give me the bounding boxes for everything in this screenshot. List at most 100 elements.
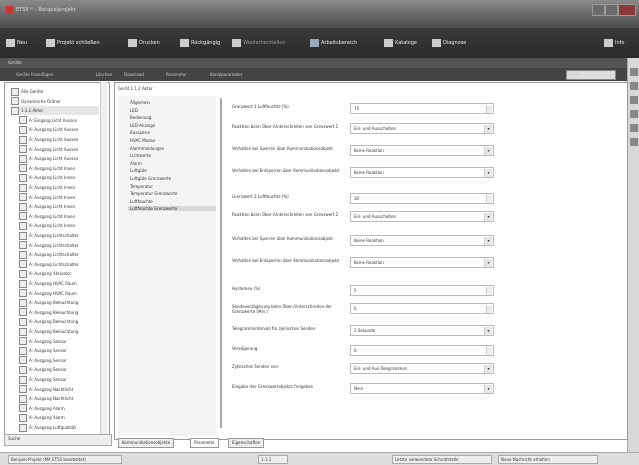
nav-item[interactable]: Luftfeuchte Grenzwerte bbox=[128, 206, 216, 212]
param-select[interactable]: 1 Sekunde ▾ bbox=[350, 325, 494, 336]
tree-item[interactable]: A: Ausgang Nachtlicht bbox=[19, 394, 73, 403]
param-number-input[interactable]: 5 bbox=[350, 285, 494, 296]
tree-item[interactable]: A: Ausgang Aktivator bbox=[19, 269, 71, 278]
tab-parameter[interactable]: Parameter bbox=[190, 438, 219, 448]
tree-item[interactable]: A: Ausgang Lichtschalter bbox=[19, 241, 79, 250]
param-number-input[interactable]: 0 bbox=[350, 303, 494, 314]
toolbar-workspace-button[interactable]: Arbeitsbereich bbox=[310, 38, 357, 48]
param-select[interactable]: Ein- und Ausschalten ▾ bbox=[350, 123, 494, 134]
tree-item[interactable]: A: Ausgang Lichtschalter bbox=[19, 260, 79, 269]
status-interface[interactable]: Letzte verwendete Schnittstelle bbox=[392, 455, 492, 464]
tree-scrollbar[interactable] bbox=[100, 82, 107, 434]
delete-button[interactable]: Löschen bbox=[96, 72, 112, 77]
toolbar-close-project-button[interactable]: Projekt schließen bbox=[46, 38, 100, 48]
param-number-input[interactable]: 30 bbox=[350, 193, 494, 204]
todo-panel-icon[interactable] bbox=[630, 110, 638, 118]
chevron-down-icon[interactable]: ▾ bbox=[484, 169, 492, 177]
nav-item[interactable]: Temperatur Grenzwerte bbox=[130, 191, 177, 196]
tree-item[interactable]: A: Ausgang Beleuchtung bbox=[19, 298, 78, 307]
toolbar-print-button[interactable]: Drucken bbox=[128, 38, 160, 48]
status-message[interactable]: Neue Nachricht erhalten bbox=[498, 455, 598, 464]
tree-item[interactable]: A: Ausgang Beleuchtung bbox=[19, 327, 78, 336]
chevron-down-icon[interactable]: ▾ bbox=[484, 259, 492, 267]
tree-item[interactable]: A: Ausgang Licht Innen bbox=[19, 173, 75, 182]
tree-item[interactable]: A: Ausgang Beleuchtung bbox=[19, 308, 78, 317]
tree-item[interactable]: A: Ausgang Licht Innen bbox=[19, 202, 75, 211]
tree-item[interactable]: A: Ausgang Sensor bbox=[19, 365, 67, 374]
chevron-down-icon[interactable]: ▾ bbox=[484, 147, 492, 155]
tree-item[interactable]: A: Ausgang Sensor bbox=[19, 356, 67, 365]
tree-item[interactable]: A: Ausgang Beleuchtung bbox=[19, 317, 78, 326]
tree-item[interactable]: A: Ausgang Sensor bbox=[19, 346, 67, 355]
spinner-icon[interactable] bbox=[486, 287, 492, 295]
toolbar-redo-button[interactable]: Wiederherstellen bbox=[232, 38, 285, 48]
tree-search-label[interactable]: Suche bbox=[8, 436, 20, 441]
param-select[interactable]: Keine Reaktion ▾ bbox=[350, 235, 494, 246]
properties-panel-icon[interactable] bbox=[630, 82, 638, 90]
parameter-button[interactable]: Parameter bbox=[166, 72, 187, 77]
param-select[interactable]: Keine Reaktion ▾ bbox=[350, 257, 494, 268]
tab-communication-objects[interactable]: Kommunikationsobjekte bbox=[118, 438, 175, 448]
chevron-down-icon[interactable]: ▾ bbox=[484, 125, 492, 133]
spinner-icon[interactable] bbox=[486, 347, 492, 355]
tree-item[interactable]: A: Ausgang Licht Innen bbox=[19, 193, 75, 202]
tree-item[interactable]: A: Ausgang Licht Aussen bbox=[19, 145, 78, 154]
chevron-down-icon[interactable]: ▾ bbox=[484, 365, 492, 373]
chevron-down-icon[interactable]: ▾ bbox=[484, 237, 492, 245]
nav-item[interactable]: Temperatur bbox=[130, 184, 153, 189]
param-select[interactable]: Ein- und Ausschalten ▾ bbox=[350, 211, 494, 222]
nav-item[interactable]: Luftgüte bbox=[130, 168, 147, 173]
pending-panel-icon[interactable] bbox=[630, 124, 638, 132]
tree-item[interactable]: Alle Geräte bbox=[11, 87, 43, 96]
param-select[interactable]: Keine Reaktion ▾ bbox=[350, 167, 494, 178]
tree-item[interactable]: A: Ausgang Licht Innen bbox=[19, 221, 75, 230]
toolbar-new-button[interactable]: Neu bbox=[6, 38, 27, 48]
tree-item[interactable]: A: Ausgang Lichtschalter bbox=[19, 231, 79, 240]
tree-item[interactable]: A: Ausgang Sensor bbox=[19, 375, 67, 384]
tree-item[interactable]: A: Ausgang Licht Innen bbox=[19, 164, 75, 173]
tree-item[interactable]: A: Ausgang Alarm bbox=[19, 404, 65, 413]
maximize-button[interactable] bbox=[605, 4, 618, 16]
catalog-panel-icon[interactable] bbox=[630, 96, 638, 104]
nav-item[interactable]: Allgemein bbox=[130, 100, 150, 105]
tree-item[interactable]: A: Eingang Licht Aussen bbox=[19, 116, 77, 125]
tree-item[interactable]: A: Ausgang HVAC Raum bbox=[19, 289, 77, 298]
nav-item[interactable]: Bedienung bbox=[130, 115, 151, 120]
nav-item[interactable]: Alarmmeldungen bbox=[130, 146, 164, 151]
param-select[interactable]: Keine Reaktion ▾ bbox=[350, 145, 494, 156]
tree-item[interactable]: A: Ausgang HVAC Raum bbox=[19, 279, 77, 288]
tree-item[interactable]: Dynamische Ordner bbox=[11, 97, 61, 106]
tree-item[interactable]: A: Ausgang Licht Innen bbox=[19, 183, 75, 192]
nav-item[interactable]: Luftgüte Grenzwerte bbox=[130, 176, 171, 181]
workspace-panel-icon[interactable] bbox=[630, 68, 638, 76]
param-number-input[interactable]: 0 bbox=[350, 345, 494, 356]
tree-item[interactable]: A: Ausgang Licht Aussen bbox=[19, 154, 78, 163]
toolbar-undo-button[interactable]: Rückgängig bbox=[180, 38, 220, 48]
tree-item[interactable]: A: Ausgang Licht Innen bbox=[19, 212, 75, 221]
spinner-icon[interactable] bbox=[486, 105, 492, 113]
channel-parameter-button[interactable]: Kanalparameter bbox=[210, 72, 242, 77]
download-button[interactable]: Download bbox=[124, 72, 144, 77]
chevron-down-icon[interactable]: ▾ bbox=[484, 385, 492, 393]
undo-history-panel-icon[interactable] bbox=[630, 138, 638, 146]
nav-item[interactable]: Alarm bbox=[130, 161, 142, 166]
param-select[interactable]: Nein ▾ bbox=[350, 383, 494, 394]
param-select[interactable]: Ein- und Aus-Telegrammen ▾ bbox=[350, 363, 494, 374]
nav-item[interactable]: Luftfeuchte bbox=[130, 199, 153, 204]
spinner-icon[interactable] bbox=[486, 195, 492, 203]
close-button[interactable] bbox=[618, 4, 636, 16]
add-devices-button[interactable]: Geräte hinzufügen bbox=[16, 72, 53, 77]
tree-item[interactable]: A: Ausgang Nachtlicht bbox=[19, 385, 73, 394]
toolbar-info-button[interactable]: Info bbox=[604, 38, 624, 48]
tree-item[interactable]: 1.1.2 Aktor bbox=[11, 106, 99, 116]
nav-item[interactable]: Lichtwerte bbox=[130, 153, 151, 158]
tab-properties[interactable]: Eigenschaften bbox=[228, 438, 265, 448]
tree-item[interactable]: A: Ausgang Alarm bbox=[19, 413, 65, 422]
toolbar-diagnostics-button[interactable]: Diagnose bbox=[432, 38, 466, 48]
nav-item[interactable]: Bussperre bbox=[130, 130, 150, 135]
tree-item[interactable]: A: Ausgang Lichtschalter bbox=[19, 250, 79, 259]
tree-item[interactable]: A: Ausgang Licht Aussen bbox=[19, 125, 78, 134]
param-number-input[interactable]: 70 bbox=[350, 103, 494, 114]
spinner-icon[interactable] bbox=[486, 305, 492, 313]
minimize-button[interactable] bbox=[592, 4, 605, 16]
